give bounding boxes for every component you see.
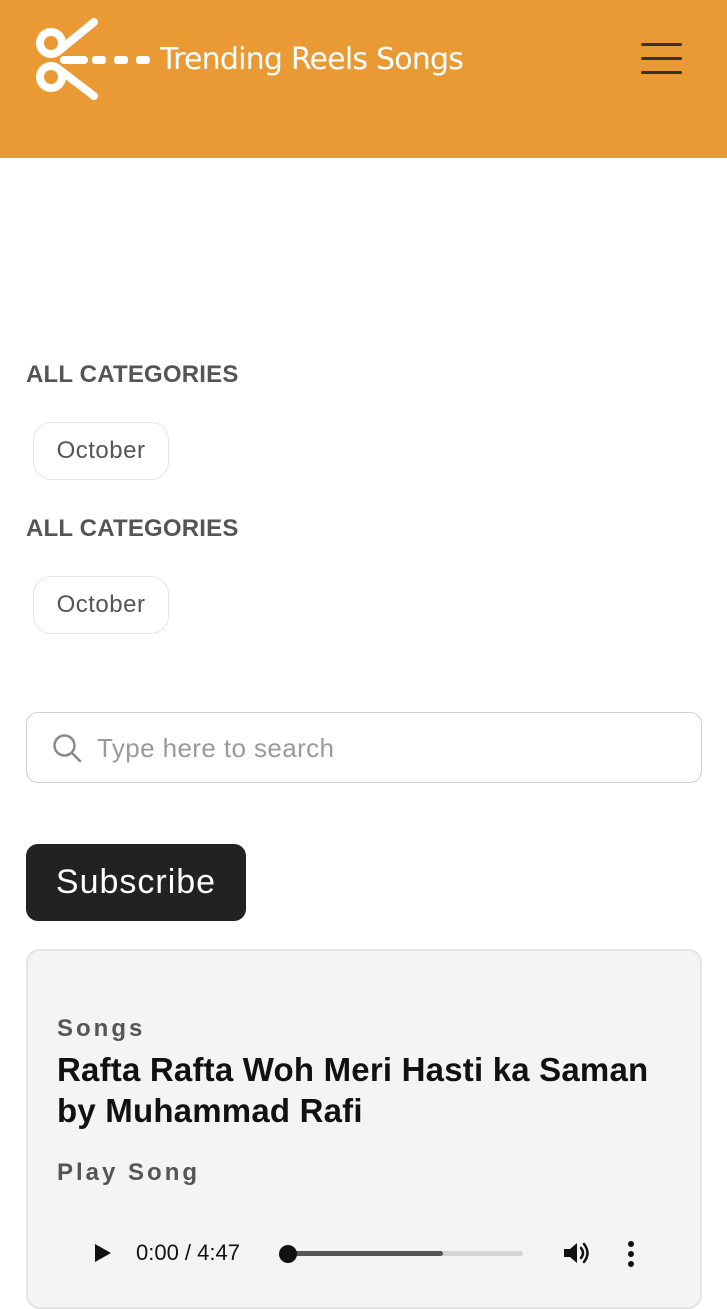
more-vertical-icon[interactable] (626, 1241, 636, 1267)
play-icon[interactable] (92, 1243, 112, 1263)
menu-bar (641, 71, 682, 74)
seek-bar[interactable] (279, 1245, 523, 1263)
hamburger-menu-icon[interactable] (640, 40, 684, 78)
category-chip-october[interactable]: October (33, 576, 169, 634)
song-post-card: Songs Rafta Rafta Woh Meri Hasti ka Sama… (26, 949, 702, 1309)
playback-time: 0:00 / 4:47 (136, 1240, 240, 1265)
post-title[interactable]: Rafta Rafta Woh Meri Hasti ka Saman by M… (57, 1049, 687, 1131)
audio-player: 0:00 / 4:47 (88, 1233, 648, 1273)
category-chip-october[interactable]: October (33, 422, 169, 480)
site-name: Trending Reels Songs (160, 41, 464, 77)
menu-bar (641, 57, 682, 60)
search-input[interactable] (97, 725, 677, 771)
search-icon (53, 734, 82, 763)
post-category[interactable]: Songs (57, 1015, 145, 1043)
volume-icon[interactable] (562, 1240, 592, 1266)
play-song-label: Play Song (57, 1159, 201, 1186)
site-header: Trending Reels Songs (0, 0, 727, 158)
menu-bar (641, 43, 682, 46)
search-box (26, 712, 702, 783)
site-logo[interactable]: Trending Reels Songs (34, 16, 464, 102)
categories-heading: ALL CATEGORIES (26, 515, 239, 542)
scissors-logo-icon (36, 18, 150, 100)
categories-heading: ALL CATEGORIES (26, 361, 239, 388)
seek-thumb[interactable] (279, 1245, 297, 1263)
subscribe-button[interactable]: Subscribe (26, 844, 246, 921)
buffered-bar (287, 1251, 443, 1256)
